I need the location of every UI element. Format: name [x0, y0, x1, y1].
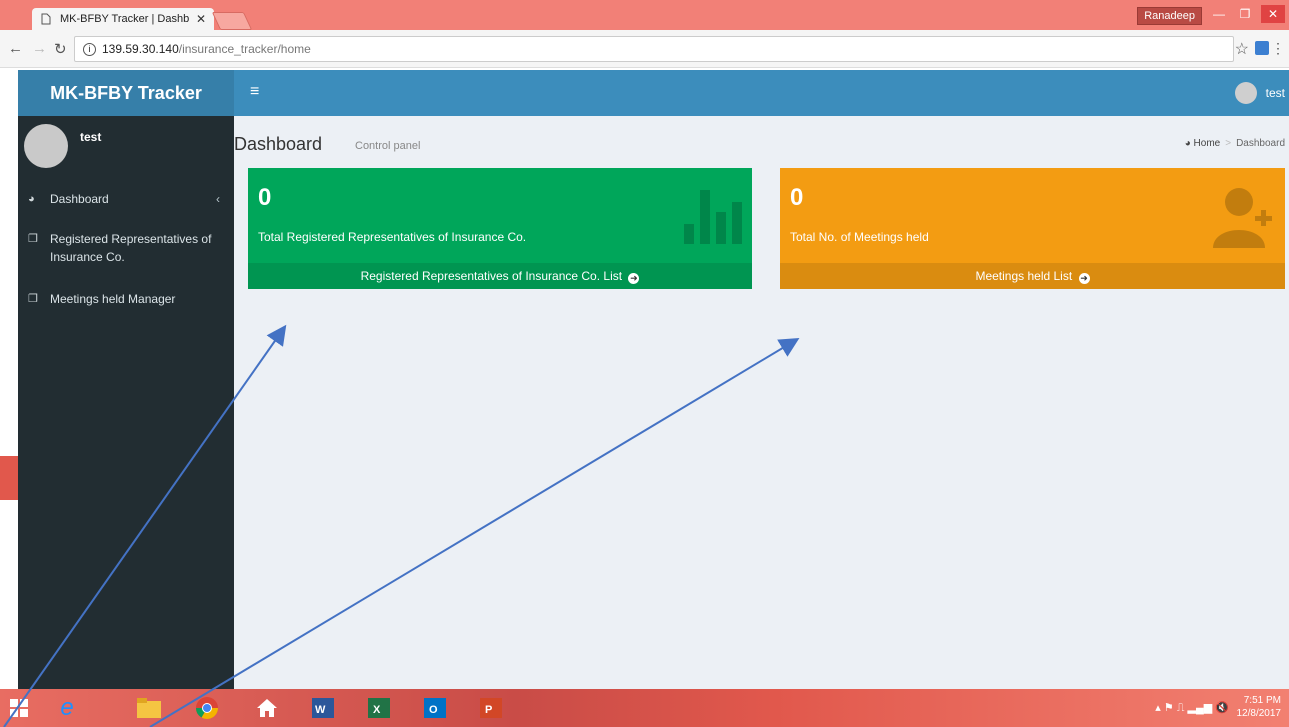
box-value: 0: [258, 184, 272, 211]
chrome-icon[interactable]: [192, 693, 222, 723]
clock-time: 7:51 PM: [1243, 695, 1281, 706]
svg-text:X: X: [373, 704, 381, 716]
chevron-left-icon: ‹: [216, 192, 220, 206]
content-area: Dashboard Control panel ◕ Home > Dashboard…: [234, 116, 1289, 689]
dashboard-icon: ◕: [1184, 138, 1191, 149]
sidebar-avatar: [24, 124, 68, 168]
back-icon[interactable]: ←: [8, 40, 23, 57]
url-path: /insurance_tracker/home: [178, 42, 311, 56]
page-subtitle: Control panel: [355, 140, 421, 152]
app-header: MK-BFBY Tracker ≡ test: [18, 70, 1289, 116]
dashboard-icon: ◕: [28, 193, 35, 205]
menu-kebab-icon[interactable]: ⋮: [1271, 40, 1285, 57]
breadcrumb-current: Dashboard: [1236, 138, 1285, 149]
taskbar-clock[interactable]: 7:51 PM 12/8/2017: [1237, 694, 1282, 720]
sidebar-toggle-icon[interactable]: ≡: [250, 83, 259, 101]
internet-explorer-icon[interactable]: e: [52, 693, 82, 723]
sidebar-item-label: Meetings held Manager: [50, 292, 176, 306]
copy-icon: ❐: [28, 233, 38, 245]
clock-date: 12/8/2017: [1236, 708, 1282, 719]
info-icon[interactable]: i: [83, 42, 96, 56]
registered-representatives-list-link[interactable]: Registered Representatives of Insurance …: [248, 263, 752, 289]
arrow-circle-right-icon: ➜: [628, 273, 640, 284]
arrow-circle-right-icon: ➜: [1078, 273, 1090, 284]
meetings-held-list-link[interactable]: Meetings held List ➜: [780, 263, 1285, 289]
excel-icon[interactable]: X: [364, 693, 394, 723]
sidebar-item-registered-representatives[interactable]: ❐ Registered Representatives of Insuranc…: [18, 226, 234, 270]
forward-icon[interactable]: →: [32, 40, 47, 57]
background-window-strip-red: [0, 456, 18, 500]
file-explorer-icon[interactable]: [134, 693, 164, 723]
reload-icon[interactable]: ↻: [54, 40, 67, 58]
address-bar: ← → ↻ i 139.59.30.140/insurance_tracker/…: [0, 30, 1289, 68]
url-input[interactable]: i 139.59.30.140/insurance_tracker/home: [74, 36, 1234, 62]
header-avatar[interactable]: [1235, 82, 1257, 104]
sidebar: test ◕ Dashboard ‹ ❐ Registered Represen…: [18, 116, 234, 689]
page-icon: [41, 13, 51, 25]
app-logo[interactable]: MK-BFBY Tracker: [18, 70, 234, 116]
powerpoint-icon[interactable]: P: [476, 693, 506, 723]
maximize-icon[interactable]: ❐: [1233, 5, 1257, 23]
box-footer-label: Registered Representatives of Insurance …: [360, 269, 623, 283]
system-tray[interactable]: ▴ ⚑ ⎍ ▂▄▆ 🔇: [1155, 701, 1229, 715]
browser-titlebar: MK-BFBY Tracker | Dashb ✕ Ranadeep — ❐ ✕: [0, 0, 1289, 30]
breadcrumb-home[interactable]: Home: [1194, 138, 1221, 149]
windows-taskbar: e W X O P ▴ ⚑ ⎍ ▂▄▆ 🔇 7:51 PM 12/8/2017: [0, 689, 1289, 727]
registered-representatives-box: 0 Total Registered Representatives of In…: [248, 168, 752, 289]
sidebar-item-label: Registered Representatives of Insurance …: [50, 232, 212, 264]
sidebar-item-dashboard[interactable]: ◕ Dashboard ‹: [18, 186, 234, 212]
window-user-badge[interactable]: Ranadeep: [1137, 7, 1202, 25]
sidebar-menu: ◕ Dashboard ‹ ❐ Registered Representativ…: [18, 186, 234, 312]
tab-close-icon[interactable]: ✕: [196, 12, 206, 26]
user-plus-icon: [1213, 188, 1272, 248]
background-window-strip: [0, 68, 18, 689]
svg-text:O: O: [429, 704, 438, 716]
bar-chart-icon: [684, 190, 742, 244]
box-label: Total No. of Meetings held: [790, 230, 929, 244]
new-tab-button[interactable]: [211, 12, 253, 30]
header-user-name[interactable]: test: [1266, 86, 1285, 100]
browser-tab[interactable]: MK-BFBY Tracker | Dashb ✕: [32, 8, 214, 30]
svg-text:W: W: [315, 704, 326, 716]
home-icon[interactable]: [252, 693, 282, 723]
url-host: 139.59.30.140: [102, 42, 179, 56]
copy-icon: ❐: [28, 293, 38, 305]
sidebar-user-name: test: [80, 130, 102, 144]
user-panel: test: [18, 116, 234, 174]
svg-text:P: P: [485, 704, 492, 716]
tab-title: MK-BFBY Tracker | Dashb: [60, 13, 190, 25]
outlook-icon[interactable]: O: [420, 693, 450, 723]
page-title: Dashboard: [234, 134, 323, 154]
extension-icon[interactable]: [1255, 41, 1269, 55]
word-icon[interactable]: W: [308, 693, 338, 723]
windows-start-icon[interactable]: [4, 693, 34, 723]
sidebar-item-label: Dashboard: [50, 192, 109, 206]
bookmark-star-icon[interactable]: ☆: [1235, 39, 1249, 59]
box-label: Total Registered Representatives of Insu…: [258, 230, 527, 244]
breadcrumb: ◕ Home > Dashboard: [1184, 138, 1285, 149]
box-value: 0: [790, 184, 804, 211]
minimize-icon[interactable]: —: [1207, 5, 1231, 23]
box-footer-label: Meetings held List: [975, 269, 1073, 283]
sidebar-item-meetings-held-manager[interactable]: ❐ Meetings held Manager: [18, 286, 234, 312]
close-window-icon[interactable]: ✕: [1261, 5, 1285, 23]
meetings-held-box: 0 Total No. of Meetings held Meetings he…: [780, 168, 1285, 289]
